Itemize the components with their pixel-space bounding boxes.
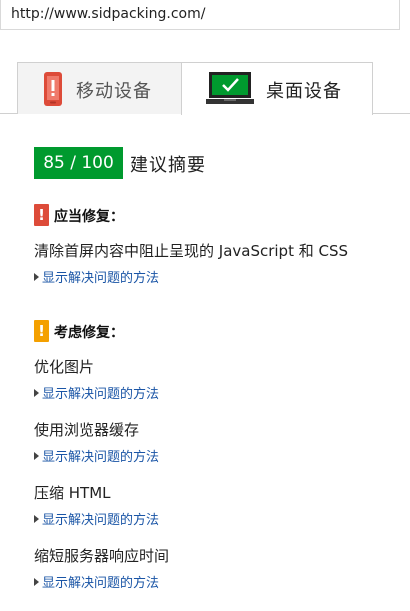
expand-triangle-icon	[34, 452, 39, 460]
rule-title: 压缩 HTML	[34, 484, 111, 502]
should-fix-title: 应当修复：	[54, 209, 124, 225]
show-fix-link[interactable]: 显示解决问题的方法	[34, 446, 159, 465]
address-bar[interactable]: http://www.sidpacking.com/	[0, 0, 400, 30]
score-badge: 85 / 100	[34, 147, 123, 179]
desktop-monitor-icon	[206, 72, 254, 104]
rule-title: 缩短服务器响应时间	[34, 547, 170, 565]
expand-triangle-icon	[34, 389, 39, 397]
expand-triangle-icon	[34, 515, 39, 523]
tab-desktop-label: 桌面设备	[266, 81, 342, 102]
consider-fixing-title: 考虑修复：	[54, 325, 124, 341]
device-tabs: 移动设备 桌面设备	[0, 62, 410, 115]
tab-mobile[interactable]: 移动设备	[17, 62, 182, 114]
tab-desktop[interactable]: 桌面设备	[181, 62, 373, 115]
rule-title: 清除首屏内容中阻止呈现的 JavaScript 和 CSS	[34, 242, 349, 260]
rule-title: 优化图片	[34, 358, 95, 376]
mobile-phone-icon	[44, 72, 62, 106]
show-fix-link[interactable]: 显示解决问题的方法	[34, 509, 159, 528]
tab-mobile-label: 移动设备	[76, 81, 152, 102]
expand-triangle-icon	[34, 273, 39, 281]
expand-triangle-icon	[34, 578, 39, 586]
show-fix-link[interactable]: 显示解决问题的方法	[34, 383, 159, 402]
warning-orange-icon: !	[34, 320, 49, 342]
url-text[interactable]: http://www.sidpacking.com/	[11, 6, 205, 22]
rule-title: 使用浏览器缓存	[34, 421, 140, 439]
score-title: 建议摘要	[130, 155, 206, 176]
warning-red-icon: !	[34, 204, 49, 226]
show-fix-link[interactable]: 显示解决问题的方法	[34, 572, 159, 591]
show-fix-link[interactable]: 显示解决问题的方法	[34, 267, 159, 286]
